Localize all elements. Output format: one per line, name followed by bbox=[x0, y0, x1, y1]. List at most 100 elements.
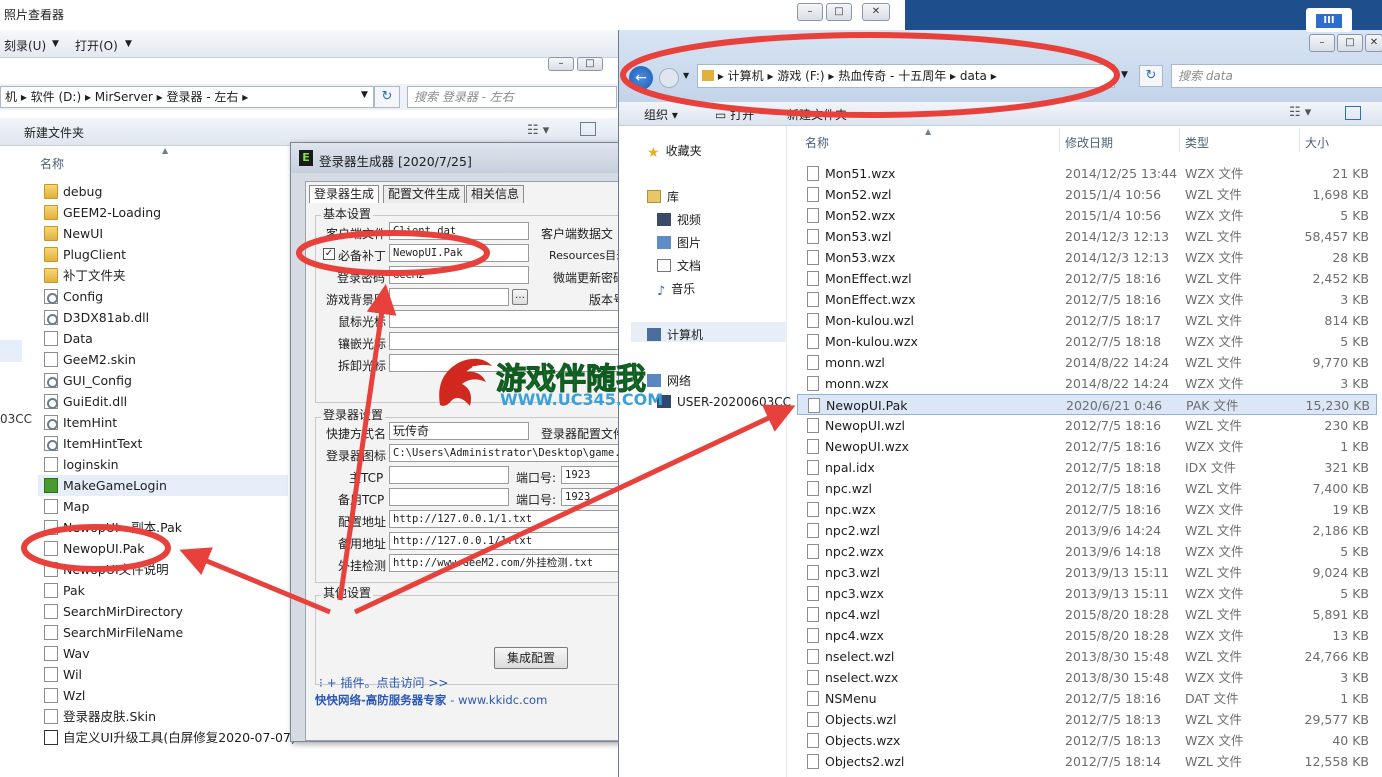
list-item[interactable]: Map bbox=[44, 496, 89, 517]
list-item[interactable]: ItemHint bbox=[44, 412, 117, 433]
main-tcp-input[interactable] bbox=[389, 466, 509, 484]
list-item[interactable]: Data bbox=[44, 328, 93, 349]
maximize-button[interactable]: □ bbox=[577, 57, 603, 71]
column-header-date[interactable]: 修改日期 bbox=[1065, 134, 1113, 151]
list-item[interactable]: NewUI bbox=[44, 223, 103, 244]
list-item[interactable]: GuiEdit.dll bbox=[44, 391, 127, 412]
column-header-type[interactable]: 类型 bbox=[1185, 134, 1209, 151]
table-row[interactable]: Mon53.wzx 2014/12/3 12:13 WZX 文件 28 KB bbox=[797, 247, 1377, 268]
table-row[interactable]: npc3.wzl 2013/9/13 15:11 WZL 文件 9,024 KB bbox=[797, 562, 1377, 583]
list-item[interactable]: GUI_Config bbox=[44, 370, 132, 391]
maximize-button[interactable]: □ bbox=[1337, 34, 1363, 52]
address-bar[interactable]: ▸ 计算机 ▸ 游戏 (F:) ▸ 热血传奇 - 十五周年 ▸ data ▸ bbox=[697, 64, 1115, 88]
nav-music[interactable]: ♪ 音乐 bbox=[657, 280, 695, 299]
table-row[interactable]: Mon52.wzx 2015/1/4 10:56 WZX 文件 5 KB bbox=[797, 205, 1377, 226]
list-item[interactable]: loginskin bbox=[44, 454, 119, 475]
plugin-check-input[interactable]: http://www.GeeM2.com/外挂检测.txt bbox=[389, 554, 629, 572]
minimize-button[interactable]: – bbox=[797, 3, 823, 21]
nav-user-pc[interactable]: USER-20200603CC bbox=[657, 395, 791, 409]
table-row[interactable]: MonEffect.wzx 2012/7/5 18:16 WZX 文件 3 KB bbox=[797, 289, 1377, 310]
menu-burn[interactable]: 刻录(U) bbox=[4, 37, 46, 54]
chevron-down-icon[interactable]: ▼ bbox=[683, 71, 689, 80]
menu-open[interactable]: 打开(O) bbox=[75, 37, 118, 54]
table-row[interactable]: NewopUI.wzl 2012/7/5 18:16 WZL 文件 230 KB bbox=[797, 415, 1377, 436]
table-row[interactable]: npc.wzl 2012/7/5 18:16 WZL 文件 7,400 KB bbox=[797, 478, 1377, 499]
backup-address-input[interactable]: http://127.0.0.1/1.txt bbox=[389, 532, 629, 550]
table-row[interactable]: npc4.wzx 2015/8/20 18:28 WZX 文件 13 KB bbox=[797, 625, 1377, 646]
footer-brand[interactable]: 快快网络-高防服务器专家 - www.kkidc.com bbox=[315, 692, 547, 708]
list-item[interactable]: Pak bbox=[44, 580, 85, 601]
list-item[interactable]: ItemHintText bbox=[44, 433, 142, 454]
backup-tcp-input[interactable] bbox=[389, 488, 509, 506]
address-bar[interactable]: 机 ▸ 软件 (D:) ▸ MirServer ▸ 登录器 - 左右 ▸ bbox=[0, 86, 374, 108]
refresh-icon[interactable]: ↻ bbox=[374, 86, 400, 108]
nav-library[interactable]: 库 bbox=[647, 188, 679, 205]
table-row[interactable]: npc2.wzl 2013/9/6 14:24 WZL 文件 2,186 KB bbox=[797, 520, 1377, 541]
open-button[interactable]: ▭ 打开 bbox=[715, 106, 754, 123]
search-input[interactable]: 搜索 data bbox=[1171, 64, 1382, 88]
table-row[interactable]: npc4.wzl 2015/8/20 18:28 WZL 文件 5,891 KB bbox=[797, 604, 1377, 625]
integrate-config-button[interactable]: 集成配置 bbox=[494, 647, 568, 669]
list-item[interactable]: SearchMirFileName bbox=[44, 622, 183, 643]
nav-computer[interactable]: 计算机 bbox=[647, 326, 703, 343]
list-item[interactable]: 自定义UI升级工具(白屏修复2020-07-07) bbox=[44, 727, 296, 748]
table-row[interactable]: MonEffect.wzl 2012/7/5 18:16 WZL 文件 2,452 K… bbox=[797, 268, 1377, 289]
list-item[interactable]: NewopUI.Pak bbox=[44, 538, 145, 559]
game-background-input[interactable] bbox=[389, 288, 509, 306]
chevron-down-icon[interactable]: ▼ bbox=[361, 90, 368, 100]
list-item[interactable]: NewopUI文件说明 bbox=[44, 559, 169, 580]
table-row[interactable]: Mon53.wzl 2014/12/3 12:13 WZL 文件 58,457 KB bbox=[797, 226, 1377, 247]
forward-arrow-icon[interactable] bbox=[659, 68, 679, 88]
list-item[interactable]: GeeM2.skin bbox=[44, 349, 136, 370]
list-item[interactable]: Wzl bbox=[44, 685, 85, 706]
nav-favorites[interactable]: ★ 收藏夹 bbox=[647, 142, 702, 161]
login-password-input[interactable]: GeeM2 bbox=[389, 266, 529, 284]
new-folder-button[interactable]: 新建文件夹 bbox=[787, 106, 847, 123]
cursor-input[interactable] bbox=[389, 310, 629, 328]
table-row[interactable]: monn.wzl 2014/8/22 14:24 WZL 文件 9,770 KB bbox=[797, 352, 1377, 373]
table-row[interactable]: Mon-kulou.wzx 2012/7/5 18:18 WZX 文件 5 KB bbox=[797, 331, 1377, 352]
inlay-cursor-input[interactable] bbox=[389, 332, 629, 350]
list-item[interactable]: MakeGameLogin bbox=[38, 475, 288, 496]
table-row[interactable]: monn.wzx 2014/8/22 14:24 WZX 文件 3 KB bbox=[797, 373, 1377, 394]
list-item[interactable]: Wil bbox=[44, 664, 82, 685]
nav-network[interactable]: 网络 bbox=[647, 372, 691, 389]
list-item[interactable]: D3DX81ab.dll bbox=[44, 307, 149, 328]
organize-button[interactable]: 组织 ▾ bbox=[644, 106, 678, 123]
browse-button[interactable]: … bbox=[512, 289, 528, 305]
list-item[interactable]: Config bbox=[44, 286, 103, 307]
client-file-input[interactable]: Client.dat bbox=[389, 222, 529, 240]
table-row[interactable]: Mon52.wzl 2015/1/4 10:56 WZL 文件 1,698 KB bbox=[797, 184, 1377, 205]
preview-pane-icon[interactable] bbox=[580, 122, 596, 136]
preview-pane-icon[interactable] bbox=[1345, 106, 1361, 120]
plugin-link[interactable]: ⁝ + 插件。点击访问 >> bbox=[319, 674, 448, 691]
new-folder-button[interactable]: 新建文件夹 bbox=[24, 124, 84, 141]
table-row[interactable]: Objects.wzl 2012/7/5 18:13 WZL 文件 29,577 KB bbox=[797, 709, 1377, 730]
refresh-icon[interactable]: ↻ bbox=[1139, 65, 1163, 87]
minimize-button[interactable]: – bbox=[548, 57, 574, 71]
back-arrow-icon[interactable]: ← bbox=[629, 66, 653, 90]
table-row[interactable]: Mon-kulou.wzl 2012/7/5 18:17 WZL 文件 814 KB bbox=[797, 310, 1377, 331]
tab-config-generate[interactable]: 配置文件生成 bbox=[383, 185, 466, 203]
tab-login-generate[interactable]: 登录器生成 bbox=[309, 185, 380, 203]
search-input[interactable]: 搜索 登录器 - 左右 bbox=[407, 86, 617, 108]
table-row[interactable]: nselect.wzl 2013/8/30 15:48 WZL 文件 24,766 K… bbox=[797, 646, 1377, 667]
column-header-name[interactable]: 名称 bbox=[40, 155, 64, 172]
column-header-size[interactable]: 大小 bbox=[1305, 134, 1329, 151]
nav-documents[interactable]: 文档 bbox=[657, 257, 701, 274]
close-button[interactable]: ✕ bbox=[862, 3, 890, 21]
login-icon-input[interactable]: C:\Users\Administrator\Desktop\game.ico bbox=[389, 444, 629, 462]
list-item[interactable]: debug bbox=[44, 181, 102, 202]
shortcut-input[interactable]: 玩传奇 bbox=[389, 422, 529, 440]
chevron-down-icon[interactable]: ▼ bbox=[52, 39, 59, 49]
table-row[interactable]: npc3.wzx 2013/9/13 15:11 WZX 文件 5 KB bbox=[797, 583, 1377, 604]
column-header-name[interactable]: 名称 bbox=[805, 134, 829, 151]
view-icon[interactable]: ☷ ▾ bbox=[1289, 105, 1311, 120]
list-item[interactable]: SearchMirDirectory bbox=[44, 601, 183, 622]
table-row[interactable]: Objects2.wzl 2012/7/5 18:14 WZL 文件 12,558 K… bbox=[797, 751, 1377, 772]
config-address-input[interactable]: http://127.0.0.1/1.txt bbox=[389, 510, 629, 528]
close-button[interactable]: ✕ bbox=[1365, 34, 1382, 52]
list-item[interactable]: NewopUI - 副本.Pak bbox=[44, 517, 182, 538]
nav-pictures[interactable]: 图片 bbox=[657, 234, 701, 251]
table-row[interactable]: NewopUI.wzx 2012/7/5 18:16 WZX 文件 1 KB bbox=[797, 436, 1377, 457]
